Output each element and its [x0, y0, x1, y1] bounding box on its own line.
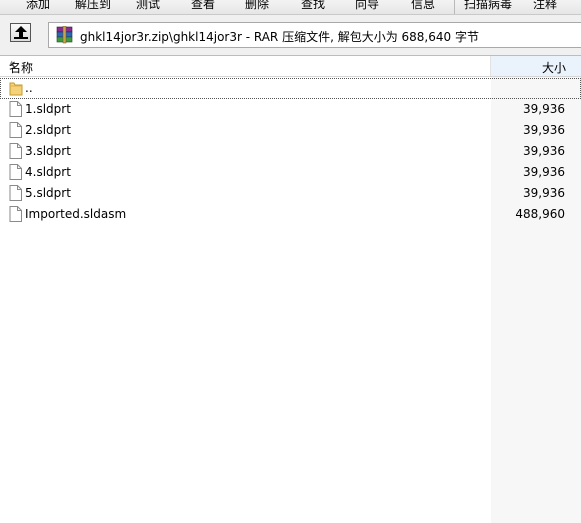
list-item[interactable]: 2.sldprt 39,936	[0, 120, 581, 141]
toolbar-extract-button[interactable]: 解压到	[75, 0, 111, 13]
toolbar: 添加 解压到 测试 查看 删除 查找 向导 信息 扫描病毒 注释	[0, 0, 581, 15]
file-list: .. 1.sldprt 39,936 2.sldprt 39,936 3.sld…	[0, 77, 581, 523]
column-header-name[interactable]: ▲ 名称	[0, 56, 491, 76]
file-icon	[9, 164, 22, 180]
toolbar-info-button[interactable]: 信息	[411, 0, 435, 13]
column-header: ▲ 名称 大小	[0, 56, 581, 77]
toolbar-view-button[interactable]: 查看	[191, 0, 215, 13]
file-name: 2.sldprt	[25, 123, 71, 137]
file-icon	[9, 101, 22, 117]
toolbar-separator	[454, 0, 455, 14]
file-name: Imported.sldasm	[25, 207, 127, 221]
list-item[interactable]: 4.sldprt 39,936	[0, 162, 581, 183]
file-size: 39,936	[523, 144, 565, 158]
toolbar-comment-button[interactable]: 注释	[533, 0, 557, 13]
column-size-label: 大小	[541, 61, 566, 75]
archive-path-text: ghkl14jor3r.zip\ghkl14jor3r - RAR 压缩文件, …	[80, 30, 479, 44]
list-item[interactable]: 5.sldprt 39,936	[0, 183, 581, 204]
column-name-label: 名称	[9, 61, 34, 75]
toolbar-find-button[interactable]: 查找	[301, 0, 325, 13]
folder-icon	[9, 82, 23, 96]
rar-archive-icon	[56, 26, 73, 44]
file-size: 39,936	[523, 102, 565, 116]
toolbar-wizard-button[interactable]: 向导	[355, 0, 379, 13]
up-folder-button[interactable]	[10, 23, 31, 42]
file-size: 488,960	[515, 207, 565, 221]
file-size: 39,936	[523, 186, 565, 200]
list-item[interactable]: 1.sldprt 39,936	[0, 99, 581, 120]
file-name: 5.sldprt	[25, 186, 71, 200]
column-header-size[interactable]: 大小	[491, 56, 581, 76]
file-name: 1.sldprt	[25, 102, 71, 116]
file-name: ..	[25, 81, 33, 95]
file-icon	[9, 143, 22, 159]
file-name: 3.sldprt	[25, 144, 71, 158]
file-icon	[9, 206, 22, 222]
file-size: 39,936	[523, 123, 565, 137]
toolbar-virus-scan-button[interactable]: 扫描病毒	[464, 0, 512, 13]
list-item-parent-folder[interactable]: ..	[0, 78, 581, 99]
list-item[interactable]: 3.sldprt 39,936	[0, 141, 581, 162]
list-item[interactable]: Imported.sldasm 488,960	[0, 204, 581, 225]
toolbar-delete-button[interactable]: 删除	[245, 0, 269, 13]
toolbar-test-button[interactable]: 测试	[136, 0, 160, 13]
toolbar-add-button[interactable]: 添加	[26, 0, 50, 13]
file-size: 39,936	[523, 165, 565, 179]
file-icon	[9, 185, 22, 201]
up-arrow-icon	[14, 26, 28, 39]
file-icon	[9, 122, 22, 138]
file-name: 4.sldprt	[25, 165, 71, 179]
path-field[interactable]: ghkl14jor3r.zip\ghkl14jor3r - RAR 压缩文件, …	[48, 22, 581, 48]
address-bar: ghkl14jor3r.zip\ghkl14jor3r - RAR 压缩文件, …	[0, 15, 581, 56]
